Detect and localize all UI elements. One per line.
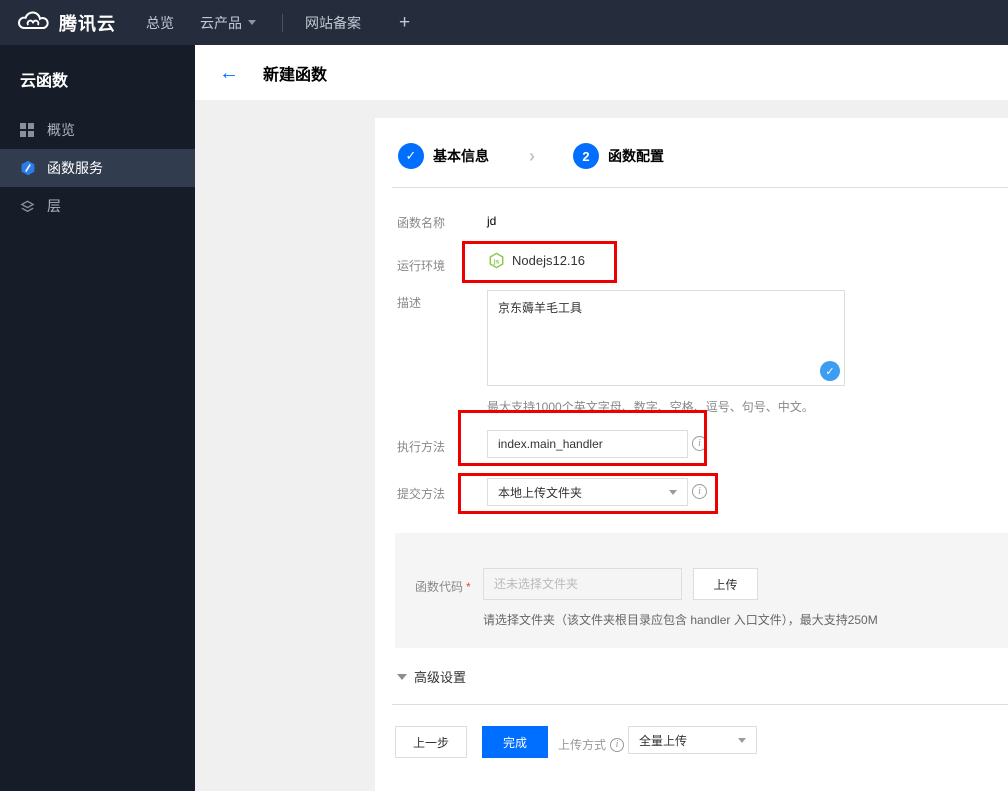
- submit-method-label: 提交方法: [397, 487, 446, 501]
- advanced-settings-toggle[interactable]: 高级设置: [397, 667, 466, 686]
- upload-mode-label: 上传方式: [558, 738, 607, 752]
- previous-step-button[interactable]: 上一步: [395, 726, 467, 758]
- brand-name: 腾讯云: [59, 13, 116, 34]
- divider: [392, 704, 1008, 705]
- sidebar-item-overview[interactable]: 概览: [0, 111, 195, 149]
- chevron-down-icon: [738, 737, 746, 743]
- back-arrow-icon[interactable]: ←: [219, 63, 239, 83]
- function-code-label: 函数代码 *: [415, 580, 471, 594]
- topnav-separator: [282, 13, 283, 32]
- chevron-right-icon: ›: [529, 145, 535, 166]
- sidebar-item-label: 层: [47, 198, 61, 214]
- finish-button[interactable]: 完成: [482, 726, 548, 758]
- topnav-item-products[interactable]: 云产品: [200, 13, 256, 33]
- description-help-text: 最大支持1000个英文字母、数字、空格、逗号、句号、中文。: [487, 400, 814, 414]
- runtime-value: js Nodejs12.16: [488, 252, 585, 269]
- sidebar-title: 云函数: [20, 73, 69, 90]
- add-tab-button[interactable]: +: [399, 12, 410, 34]
- function-name-value: jd: [487, 214, 497, 228]
- submit-method-info-icon[interactable]: i: [692, 484, 707, 499]
- handler-input[interactable]: [487, 430, 688, 458]
- sidebar-item-function-service[interactable]: 函数服务: [0, 149, 195, 187]
- topnav-item-overview[interactable]: 总览: [146, 13, 174, 33]
- chevron-down-icon: [669, 489, 677, 495]
- step-2-label: 函数配置: [608, 148, 664, 164]
- svg-text:js: js: [493, 258, 500, 265]
- page-title: 新建函数: [263, 66, 328, 84]
- upload-mode-label-group: 上传方式 i: [558, 736, 625, 753]
- upload-mode-select[interactable]: 全量上传: [628, 726, 757, 754]
- step-1-check-icon: ✓: [398, 143, 424, 169]
- advanced-settings-label: 高级设置: [414, 670, 467, 685]
- topbar: 腾讯云 总览 云产品 网站备案 +: [0, 0, 1008, 45]
- function-name-label: 函数名称: [397, 216, 446, 230]
- cloud-logo-icon: [16, 9, 50, 36]
- topnav-item-icp[interactable]: 网站备案: [305, 13, 361, 33]
- handler-info-icon[interactable]: i: [692, 436, 707, 451]
- upload-mode-value: 全量上传: [639, 733, 688, 748]
- triangle-down-icon: [397, 673, 407, 680]
- description-label: 描述: [397, 296, 422, 310]
- submit-method-value: 本地上传文件夹: [498, 485, 583, 500]
- nodejs-icon: js: [489, 252, 504, 269]
- handler-label: 执行方法: [397, 440, 446, 454]
- sidebar-item-layers[interactable]: 层: [0, 187, 195, 225]
- topnav: 总览 云产品 网站备案 +: [146, 12, 410, 34]
- grid-icon: [20, 123, 37, 137]
- step-1-label: 基本信息: [433, 148, 489, 164]
- folder-path-input[interactable]: [483, 568, 682, 600]
- sidebar-item-label: 函数服务: [47, 160, 103, 176]
- submit-method-select[interactable]: 本地上传文件夹: [487, 478, 688, 506]
- runtime-label: 运行环境: [397, 259, 446, 273]
- step-indicator: ✓ 基本信息 › 2 函数配置: [398, 143, 664, 169]
- runtime-text: Nodejs12.16: [512, 253, 585, 268]
- tencent-cloud-logo[interactable]: 腾讯云: [0, 9, 116, 36]
- divider: [392, 187, 1008, 188]
- description-textarea[interactable]: 京东薅羊毛工具: [487, 290, 845, 386]
- sidebar: 云函数 概览 函数服务 层: [0, 45, 195, 791]
- required-asterisk: *: [466, 580, 471, 594]
- step-2-number: 2: [573, 143, 599, 169]
- create-function-card: ✓ 基本信息 › 2 函数配置 函数名称 jd 运行环境 js Nodejs12…: [375, 118, 1008, 791]
- sidebar-item-label: 概览: [47, 122, 75, 138]
- valid-check-icon: ✓: [820, 361, 840, 381]
- upload-mode-info-icon[interactable]: i: [610, 737, 625, 752]
- page-header: ← 新建函数: [195, 45, 1008, 100]
- scf-hexagon-icon: [20, 160, 37, 176]
- function-code-section: 函数代码* 上传 请选择文件夹（该文件夹根目录应包含 handler 入口文件）…: [395, 533, 1008, 648]
- function-code-help-text: 请选择文件夹（该文件夹根目录应包含 handler 入口文件），最大支持250M: [483, 613, 878, 627]
- upload-button[interactable]: 上传: [693, 568, 758, 600]
- chevron-down-icon: [248, 20, 256, 25]
- layers-icon: [20, 199, 37, 214]
